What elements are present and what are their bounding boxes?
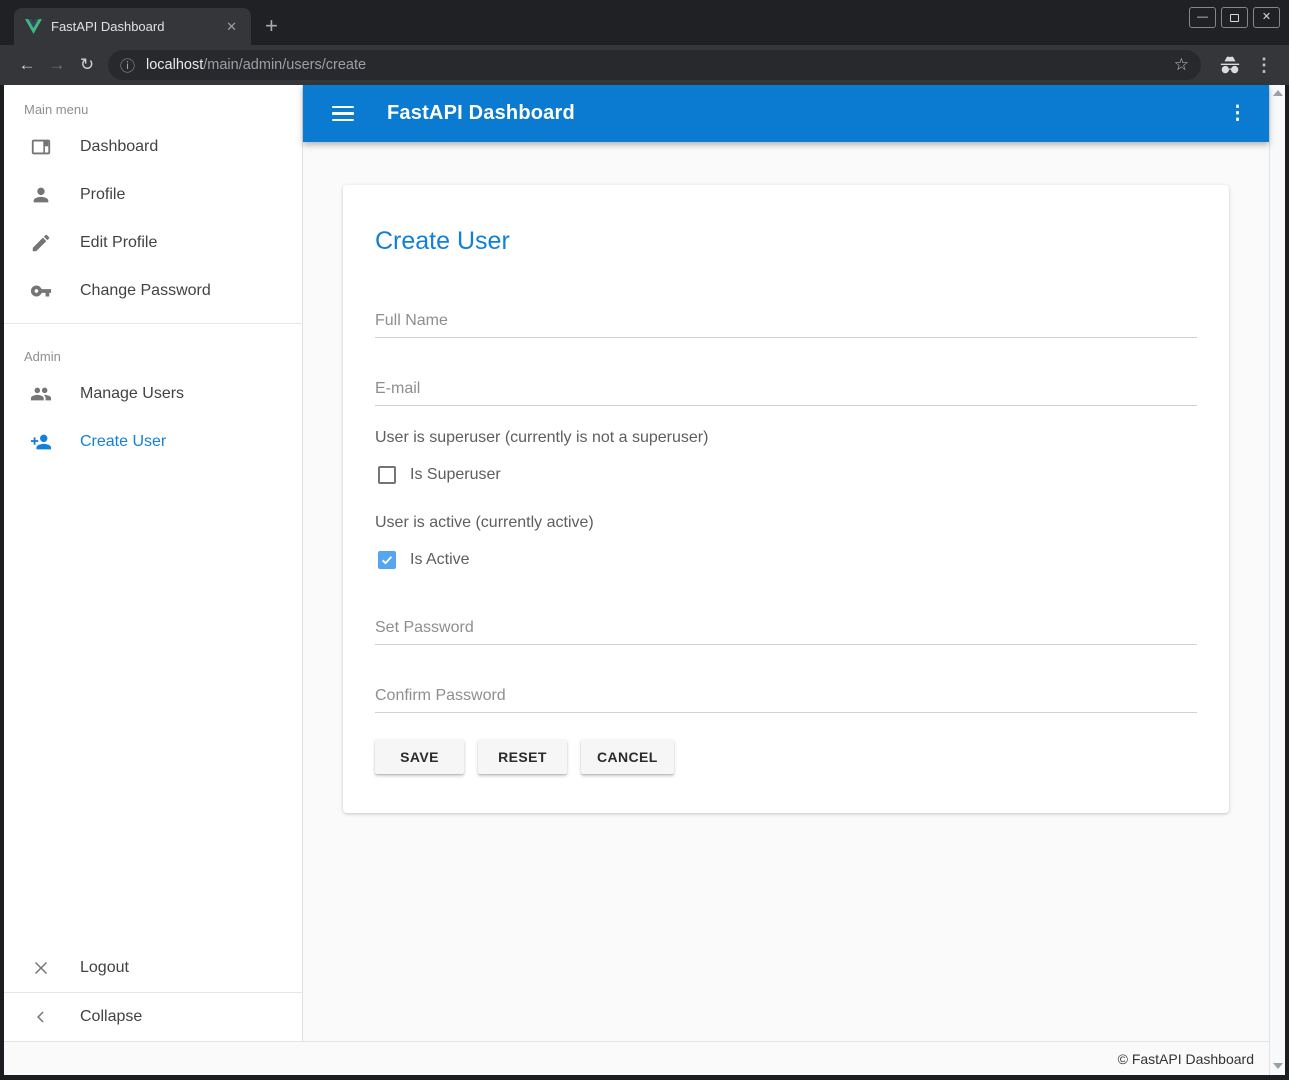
window-close-button[interactable]: ✕ — [1253, 7, 1280, 28]
sidebar-item-label: Edit Profile — [80, 234, 157, 252]
page-content: Create User User is superuser (currently… — [303, 142, 1269, 1041]
page-title: Create User — [375, 227, 1197, 256]
reset-button[interactable]: RESET — [478, 739, 567, 774]
browser-tab[interactable]: FastAPI Dashboard ✕ — [14, 8, 251, 45]
form-actions: SAVE RESET CANCEL — [375, 739, 1197, 774]
app-bar: FastAPI Dashboard ⋮ — [303, 85, 1269, 142]
browser-toolbar: ← → ↻ ⓘ localhost/main/admin/users/creat… — [0, 45, 1289, 85]
main-area: FastAPI Dashboard ⋮ Create User — [303, 85, 1269, 1041]
active-checkbox-row: Is Active — [375, 551, 1197, 569]
window-frame: Main menu Dashboard — [0, 85, 1289, 1080]
forward-button[interactable]: → — [42, 55, 72, 75]
chevron-left-icon — [29, 1005, 53, 1029]
page-footer: © FastAPI Dashboard — [4, 1041, 1269, 1075]
sidebar-item-collapse[interactable]: Collapse — [4, 993, 302, 1041]
full-name-input[interactable] — [375, 312, 1197, 338]
checkmark-icon — [380, 553, 394, 567]
sidebar-spacer — [4, 466, 302, 944]
sidebar-item-dashboard[interactable]: Dashboard — [4, 123, 302, 171]
sidebar-item-create-user[interactable]: Create User — [4, 418, 302, 466]
is-superuser-checkbox[interactable] — [378, 466, 396, 484]
back-button[interactable]: ← — [12, 55, 42, 75]
full-name-field-wrap — [375, 312, 1197, 338]
checkbox-label: Is Active — [410, 551, 470, 569]
vue-logo-icon — [25, 19, 42, 34]
scroll-down-arrow-icon[interactable] — [1273, 1063, 1283, 1069]
sidebar-section-admin: Admin — [4, 332, 302, 370]
site-info-icon[interactable]: ⓘ — [120, 55, 135, 76]
sidebar-item-label: Dashboard — [80, 138, 158, 156]
sidebar-item-label: Change Password — [80, 282, 211, 300]
maximize-button[interactable] — [1221, 7, 1248, 28]
is-active-checkbox[interactable] — [378, 551, 396, 569]
person-add-icon — [29, 430, 53, 454]
sidebar-item-logout[interactable]: Logout — [4, 944, 302, 992]
minimize-button[interactable]: — — [1189, 7, 1216, 28]
confirm-password-input[interactable] — [375, 687, 1197, 713]
sidebar-item-label: Manage Users — [80, 385, 184, 403]
active-hint: User is active (currently active) — [375, 514, 1197, 532]
incognito-icon — [1219, 54, 1241, 76]
superuser-checkbox-row: Is Superuser — [375, 466, 1197, 484]
sidebar: Main menu Dashboard — [4, 85, 303, 1041]
app-menu-icon[interactable]: ⋮ — [1228, 102, 1247, 125]
create-user-card: Create User User is superuser (currently… — [343, 185, 1229, 813]
browser-window: FastAPI Dashboard ✕ + — ✕ ← → ↻ ⓘ localh… — [0, 0, 1289, 1080]
url-host: localhost — [146, 57, 203, 73]
copyright-text: © FastAPI Dashboard — [1118, 1051, 1254, 1067]
sidebar-item-manage-users[interactable]: Manage Users — [4, 370, 302, 418]
sidebar-item-label: Logout — [80, 959, 129, 977]
sidebar-item-label: Create User — [80, 433, 166, 451]
tab-title: FastAPI Dashboard — [51, 19, 222, 34]
sidebar-section-main-menu: Main menu — [4, 85, 302, 123]
cancel-button[interactable]: CANCEL — [581, 739, 674, 774]
email-input[interactable] — [375, 380, 1197, 406]
sidebar-divider — [4, 323, 302, 324]
browser-menu-icon[interactable]: ⋮ — [1255, 55, 1273, 76]
checkbox-label: Is Superuser — [410, 466, 501, 484]
sidebar-item-change-password[interactable]: Change Password — [4, 267, 302, 315]
people-icon — [29, 382, 53, 406]
scroll-up-arrow-icon[interactable] — [1273, 90, 1283, 96]
sidebar-item-label: Collapse — [80, 1008, 142, 1026]
pencil-icon — [29, 231, 53, 255]
window-controls: — ✕ — [1189, 7, 1280, 28]
hamburger-menu-icon[interactable] — [332, 106, 354, 122]
save-button[interactable]: SAVE — [375, 739, 464, 774]
sidebar-item-label: Profile — [80, 186, 125, 204]
tab-close-icon[interactable]: ✕ — [222, 19, 241, 35]
page-viewport: Main menu Dashboard — [4, 85, 1269, 1075]
set-password-field-wrap — [375, 619, 1197, 645]
bookmark-star-icon[interactable]: ☆ — [1174, 55, 1189, 75]
sidebar-item-profile[interactable]: Profile — [4, 171, 302, 219]
email-field-wrap — [375, 380, 1197, 406]
new-tab-button[interactable]: + — [265, 15, 278, 37]
close-icon — [29, 956, 53, 980]
reload-button[interactable]: ↻ — [72, 55, 102, 75]
url-text: localhost/main/admin/users/create — [146, 57, 1174, 73]
key-icon — [29, 279, 53, 303]
set-password-input[interactable] — [375, 619, 1197, 645]
page-scrollbar[interactable] — [1269, 85, 1285, 1075]
sidebar-item-edit-profile[interactable]: Edit Profile — [4, 219, 302, 267]
dashboard-icon — [29, 135, 53, 159]
maximize-icon — [1230, 14, 1239, 22]
person-icon — [29, 183, 53, 207]
superuser-hint: User is superuser (currently is not a su… — [375, 429, 1197, 447]
tab-strip: FastAPI Dashboard ✕ + — ✕ — [0, 0, 1289, 45]
address-bar[interactable]: ⓘ localhost/main/admin/users/create ☆ — [108, 50, 1201, 80]
confirm-password-field-wrap — [375, 687, 1197, 713]
app-title: FastAPI Dashboard — [387, 102, 575, 125]
url-path: /main/admin/users/create — [203, 57, 366, 73]
